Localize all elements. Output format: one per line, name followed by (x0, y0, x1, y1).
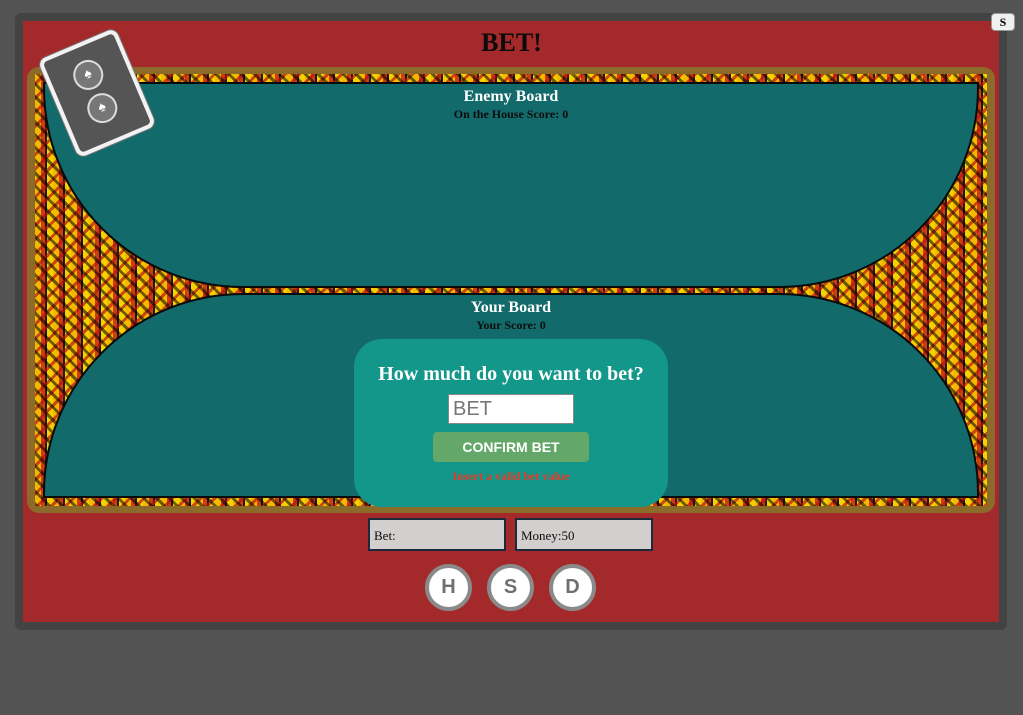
bet-display: Bet: (368, 518, 506, 551)
enemy-board-score: On the House Score: 0 (453, 107, 569, 121)
money-display: Money:50 (515, 518, 653, 551)
card-emblem-icon: ♠ (82, 88, 122, 128)
stand-button[interactable]: S (487, 564, 534, 611)
page-title: BET! (481, 28, 542, 57)
your-board-score: Your Score: 0 (476, 318, 546, 332)
bet-error-message: Insert a valid bet value (452, 469, 570, 483)
bet-question: How much do you want to bet? (378, 363, 644, 385)
double-button[interactable]: D (549, 564, 596, 611)
card-emblem-icon: ♠ (68, 55, 108, 95)
bet-dialog: How much do you want to bet? CONFIRM BET… (354, 339, 668, 507)
enemy-board: Enemy Board On the House Score: 0 (43, 82, 979, 288)
bet-input[interactable] (448, 394, 574, 424)
your-board-title: Your Board (470, 299, 552, 316)
enemy-board-title: Enemy Board (463, 88, 559, 105)
hit-button[interactable]: H (425, 564, 472, 611)
confirm-bet-button[interactable]: CONFIRM BET (433, 432, 589, 462)
